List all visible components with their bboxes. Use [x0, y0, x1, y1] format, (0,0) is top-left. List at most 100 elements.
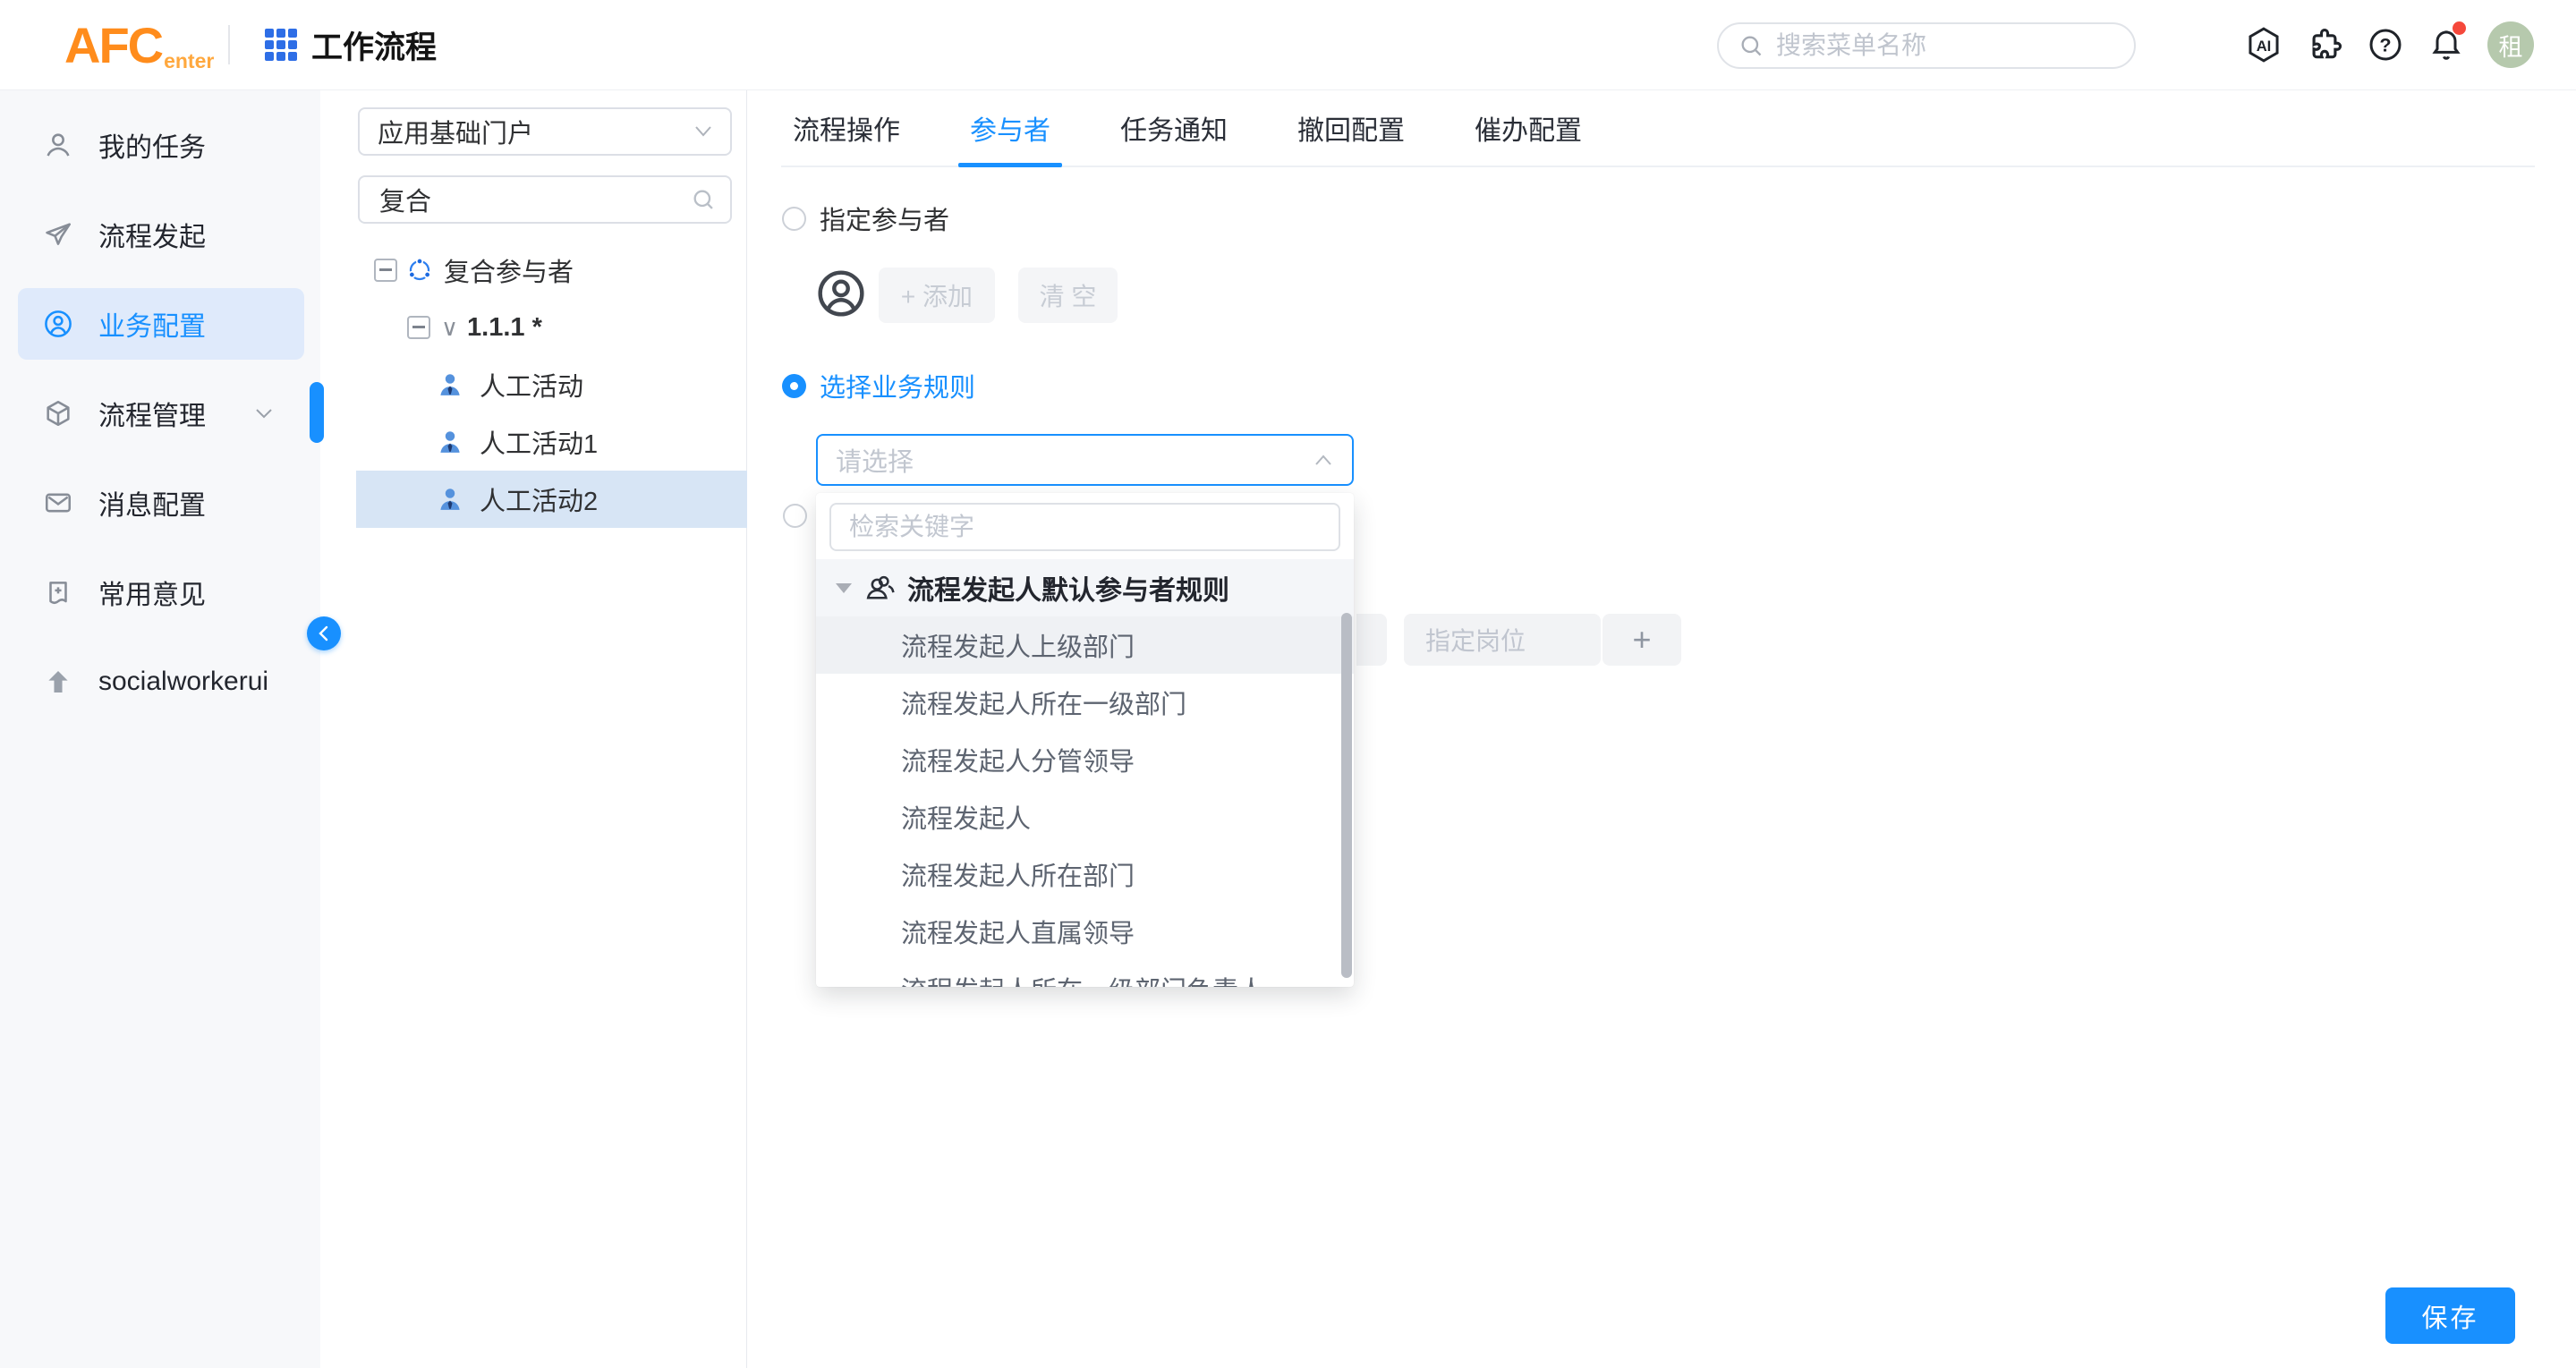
- notification-bell-icon[interactable]: [2427, 25, 2466, 64]
- sidebar-item-label: 流程发起: [98, 215, 206, 254]
- logo-sub-text: enter: [164, 49, 214, 73]
- tree-node-label: 复合参与者: [444, 251, 574, 289]
- select-placeholder: 请选择: [836, 441, 1313, 479]
- sidebar-item-process-start[interactable]: 流程发起: [0, 190, 320, 279]
- notification-badge: [2453, 21, 2466, 35]
- dropdown-group-header[interactable]: 流程发起人默认参与者规则: [816, 559, 1354, 616]
- mail-icon: [43, 488, 73, 518]
- tree-node-activity[interactable]: 人工活动: [320, 356, 747, 413]
- dropdown-item[interactable]: 流程发起人所在一级部门负责人: [816, 960, 1354, 987]
- portal-select[interactable]: 应用基础门户: [358, 107, 732, 156]
- user-icon: [43, 130, 73, 160]
- chevron-down-icon: [693, 124, 714, 139]
- save-button[interactable]: 保存: [2385, 1287, 2515, 1344]
- tab-participant[interactable]: 参与者: [958, 89, 1062, 166]
- add-participant-button[interactable]: + 添加: [879, 268, 995, 323]
- tree-node-label: 1.1.1 *: [467, 313, 542, 343]
- tab-task-notification[interactable]: 任务通知: [1109, 89, 1239, 166]
- tab-process-operation[interactable]: 流程操作: [781, 89, 912, 166]
- tree-node-activity[interactable]: 人工活动1: [320, 413, 747, 471]
- chevron-left-icon: [317, 625, 331, 642]
- option-label: 选择业务规则: [820, 367, 975, 404]
- sidebar-item-label: 流程管理: [98, 394, 206, 433]
- dropdown-search-input[interactable]: [847, 512, 1339, 542]
- option-assign-participant: 指定参与者: [782, 200, 949, 237]
- radio-select-business-rule[interactable]: [782, 374, 806, 398]
- portal-select-value: 应用基础门户: [378, 113, 693, 150]
- sidebar-collapse-button[interactable]: [307, 616, 341, 650]
- chevron-down-icon: [254, 406, 274, 421]
- clear-participant-button[interactable]: 清 空: [1018, 268, 1118, 323]
- tab-withdraw-config[interactable]: 撤回配置: [1286, 89, 1416, 166]
- tree-node-version[interactable]: ∨ 1.1.1 *: [320, 299, 747, 356]
- sidebar-item-my-tasks[interactable]: 我的任务: [0, 100, 320, 190]
- svg-text:AI: AI: [2257, 38, 2272, 55]
- dropdown-item[interactable]: 流程发起人直属领导: [816, 903, 1354, 960]
- search-icon: [1739, 33, 1764, 58]
- participant-avatar-icon: [816, 268, 866, 319]
- user-circle-icon: [43, 309, 73, 339]
- person-icon: [437, 486, 463, 513]
- radio-third-option[interactable]: [783, 504, 807, 528]
- svg-text:?: ?: [2379, 34, 2391, 56]
- business-rule-dropdown: 流程发起人默认参与者规则 流程发起人上级部门 流程发起人所在一级部门 流程发起人…: [816, 493, 1354, 987]
- dropdown-search-box[interactable]: [829, 503, 1340, 551]
- network-icon: [406, 257, 433, 284]
- app-header: AFC enter 工作流程 AI ? 租: [0, 0, 2576, 90]
- dropdown-scrollbar-thumb[interactable]: [1341, 613, 1352, 978]
- dropdown-item[interactable]: 流程发起人: [816, 788, 1354, 845]
- send-plane-icon: [43, 219, 73, 250]
- afcenter-logo[interactable]: AFC enter: [64, 0, 214, 89]
- chevron-up-icon: [1313, 453, 1334, 467]
- logo-main-text: AFC: [64, 16, 162, 74]
- help-icon[interactable]: ?: [2366, 25, 2405, 64]
- dropdown-item[interactable]: 流程发起人分管领导: [816, 731, 1354, 788]
- tree-search-box[interactable]: [358, 175, 732, 224]
- tree-node-label: 人工活动: [480, 366, 583, 404]
- participant-tree-panel: 应用基础门户 复合参与者 ∨ 1.1.1 * 人工活动 人工活动1 人工活动2: [320, 89, 747, 1368]
- tab-urge-config[interactable]: 催办配置: [1463, 89, 1594, 166]
- main-sidebar: 我的任务 流程发起 业务配置 流程管理 消息配置 常用意见 socialwork…: [0, 89, 320, 1368]
- business-rule-select[interactable]: 请选择: [816, 434, 1354, 486]
- sidebar-item-process-manage[interactable]: 流程管理: [0, 369, 320, 458]
- version-mark: ∨: [441, 314, 458, 342]
- dropdown-item[interactable]: 流程发起人上级部门: [816, 616, 1354, 674]
- sidebar-item-business-config[interactable]: 业务配置: [0, 279, 320, 369]
- ai-assistant-icon[interactable]: AI: [2244, 25, 2283, 64]
- triangle-down-icon: [836, 583, 852, 593]
- config-tabbar: 流程操作 参与者 任务通知 撤回配置 催办配置: [781, 89, 2535, 167]
- user-avatar[interactable]: 租: [2487, 21, 2534, 68]
- sidebar-item-message-config[interactable]: 消息配置: [0, 458, 320, 548]
- cube-icon: [43, 398, 73, 429]
- person-icon: [437, 371, 463, 398]
- config-content: 流程操作 参与者 任务通知 撤回配置 催办配置 指定参与者 + 添加 清 空 选…: [747, 89, 2576, 1368]
- sidebar-item-label: 消息配置: [98, 483, 206, 523]
- app-grid-icon[interactable]: [265, 29, 297, 61]
- radio-assign-participant[interactable]: [782, 207, 806, 231]
- tree-node-label: 人工活动2: [480, 480, 598, 518]
- sidebar-item-common-opinions[interactable]: 常用意见: [0, 548, 320, 637]
- menu-search-input[interactable]: [1774, 30, 2100, 61]
- tree-search-input[interactable]: [378, 184, 691, 216]
- dropdown-item[interactable]: 流程发起人所在一级部门: [816, 674, 1354, 731]
- page-title: 工作流程: [311, 0, 437, 89]
- person-icon: [437, 429, 463, 455]
- menu-search-box[interactable]: [1717, 22, 2136, 69]
- dropdown-item[interactable]: 流程发起人所在部门: [816, 845, 1354, 903]
- collapse-toggle-icon[interactable]: [374, 259, 397, 282]
- option-select-business-rule: 选择业务规则: [782, 367, 975, 404]
- plugin-icon[interactable]: [2305, 25, 2344, 64]
- sidebar-item-label: 我的任务: [98, 125, 206, 165]
- arrow-up-icon: [43, 667, 73, 697]
- user-group-icon: [864, 572, 897, 604]
- collapse-toggle-icon[interactable]: [407, 316, 430, 339]
- add-post-button[interactable]: +: [1603, 614, 1681, 666]
- tree-node-activity-selected[interactable]: 人工活动2: [320, 471, 747, 528]
- sidebar-item-label: 常用意见: [98, 573, 206, 612]
- active-item-indicator: [310, 382, 324, 443]
- dropdown-group-label: 流程发起人默认参与者规则: [907, 568, 1229, 608]
- sidebar-item-socialworkerui[interactable]: socialworkerui: [0, 637, 320, 726]
- tree-node-composite-participant[interactable]: 复合参与者: [320, 242, 747, 299]
- activity-tree: 复合参与者 ∨ 1.1.1 * 人工活动 人工活动1 人工活动2: [320, 242, 747, 528]
- assign-post-button[interactable]: 指定岗位: [1404, 614, 1601, 666]
